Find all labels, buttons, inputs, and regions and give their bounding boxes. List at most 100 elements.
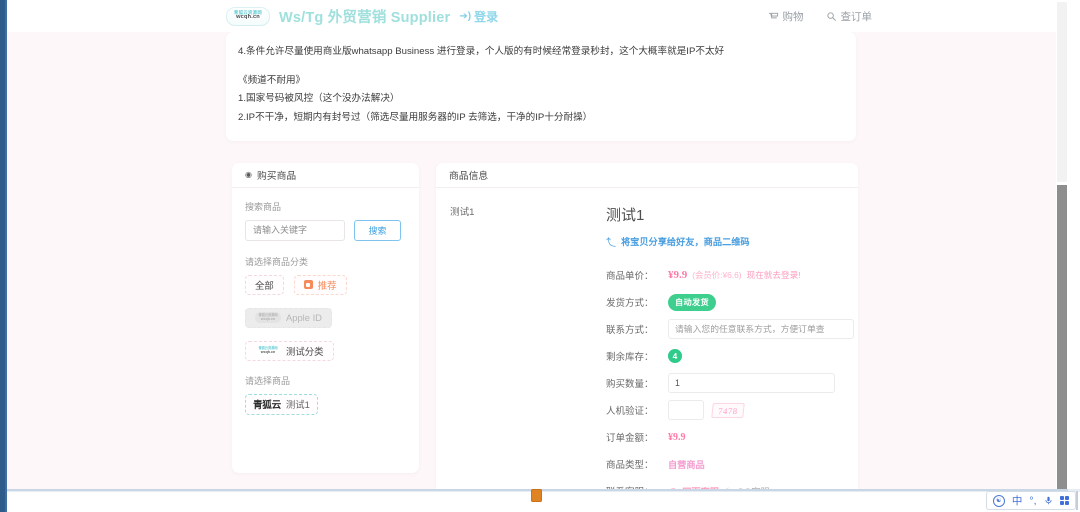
product-info-body: 测试1 测试1 ⤴ 将宝贝分享给好友，商品二维码 商品单价： ¥9.9 (会员价… xyxy=(436,188,858,489)
mini-logo-icon: 青狐云资源网 wcqh.cn xyxy=(255,345,281,357)
nav-item-orders[interactable]: 查订单 xyxy=(826,9,873,24)
product-thumb-name: 测试1 xyxy=(450,206,475,218)
row-amount: 订单金额： ¥9.9 xyxy=(606,424,854,451)
stock-label: 剩余库存： xyxy=(606,352,654,364)
row-service: 联系客服： ☺ 网页客服 ♨ QQ客服 xyxy=(606,478,854,489)
purchase-panel-header: ◉ 购买商品 xyxy=(232,163,419,188)
category-tag-recommend[interactable]: 推荐 xyxy=(293,274,347,295)
price-login-link[interactable]: 现在就去登录! xyxy=(747,269,801,281)
page-viewport: 青狐云资源网 wcqh.cn Ws/Tg 外贸营销 Supplier ➔) 登录… xyxy=(7,0,1068,489)
notice-line-1: 4.条件允许尽量使用商业版whatsapp Business 进行登录，个人版的… xyxy=(238,46,725,57)
purchase-panel-title: 购买商品 xyxy=(256,170,297,182)
punctuation-icon[interactable]: °, xyxy=(1029,495,1036,507)
product-tag-row: 青狐云 测试1 xyxy=(245,393,406,415)
site-logo-icon: 青狐云资源网 wcqh.cn xyxy=(226,6,270,26)
category-tag-all-label: 全部 xyxy=(255,279,274,291)
amount-value-group: ¥9.9 xyxy=(668,432,686,443)
site-header: 青狐云资源网 wcqh.cn Ws/Tg 外贸营销 Supplier ➔) 登录… xyxy=(7,0,1068,32)
product-thumb-column: 测试1 xyxy=(436,204,606,489)
price-value-group: ¥9.9 (会员价:¥6.6) 现在就去登录! xyxy=(668,269,801,281)
captcha-input[interactable] xyxy=(668,400,704,421)
ime-toolbar-handle[interactable] xyxy=(1076,491,1078,510)
contact-input[interactable] xyxy=(668,319,854,340)
category-tag-recommend-label: 推荐 xyxy=(317,279,337,291)
delivery-label: 发货方式： xyxy=(606,298,654,310)
ime-logo-icon[interactable]: ☯ xyxy=(992,494,1005,507)
category-tag-appleid[interactable]: 青狐云资源网 wcqh.cn Apple ID xyxy=(245,307,332,328)
product-title: 测试1 xyxy=(606,206,645,224)
nav-item-cart-label: 购物 xyxy=(782,10,804,23)
type-value: 自营商品 xyxy=(668,460,705,471)
microphone-icon[interactable] xyxy=(1044,495,1053,506)
mini-logo-icon: 青狐云资源网 wcqh.cn xyxy=(255,312,281,324)
search-label: 搜索商品 xyxy=(245,201,282,212)
page-scrollbar-upper-track[interactable] xyxy=(1057,2,1067,182)
price-member-value: (会员价:¥6.6) xyxy=(692,270,742,281)
square-badge-icon xyxy=(303,280,313,290)
product-info-title: 商品信息 xyxy=(449,170,489,182)
share-arrow-icon: ⤴ xyxy=(606,237,616,249)
nav-item-cart[interactable]: 购物 xyxy=(768,9,804,24)
ime-toolbar[interactable]: ☯ 中 °, xyxy=(985,491,1076,510)
category-tag-row-2: 青狐云资源网 wcqh.cn Apple ID xyxy=(245,307,406,328)
quantity-input[interactable] xyxy=(668,373,835,394)
product-tag-test1-label: 测试1 xyxy=(285,399,310,411)
product-info-panel: 商品信息 测试1 测试1 ⤴ 将宝贝分享给好友，商品二维码 商品单价： ¥9.9 xyxy=(436,162,858,489)
ime-mode-toggle[interactable]: 中 xyxy=(1012,493,1023,508)
amount-label: 订单金额： xyxy=(606,433,654,445)
notice-section-title: 《频道不耐用》 xyxy=(238,75,306,87)
type-value-group: 自营商品 xyxy=(668,457,705,471)
category-tag-row-3: 青狐云资源网 wcqh.cn 测试分类 xyxy=(245,340,406,361)
row-contact: 联系方式： xyxy=(606,316,854,343)
share-row[interactable]: ⤴ 将宝贝分享给好友，商品二维码 xyxy=(606,234,854,249)
contact-label: 联系方式： xyxy=(606,325,654,337)
category-tag-all[interactable]: 全部 xyxy=(245,274,284,295)
row-captcha: 人机验证： 7478 xyxy=(606,397,854,424)
type-label: 商品类型： xyxy=(606,460,654,472)
notice-section-line-2: 2.IP不干净，短期内有封号过（筛选尽量用服务器的IP 去筛选，干净的IP十分耐… xyxy=(238,111,593,123)
row-type: 商品类型： 自营商品 xyxy=(606,451,854,478)
search-row: 搜索 xyxy=(245,219,406,241)
row-quantity: 购买数量： xyxy=(606,370,854,397)
category-tag-testcat-label: 测试分类 xyxy=(286,345,324,357)
brand[interactable]: 青狐云资源网 wcqh.cn Ws/Tg 外贸营销 Supplier ➔) 登录 xyxy=(226,6,498,27)
price-value: ¥9.9 xyxy=(668,269,688,282)
nav-item-orders-label: 查订单 xyxy=(840,10,873,23)
sign-in-icon: ➔) xyxy=(459,10,472,22)
row-delivery: 发货方式： 自动发货 xyxy=(606,289,854,316)
category-tag-appleid-label: Apple ID xyxy=(286,312,322,324)
logo-domain-text: wcqh.cn xyxy=(236,14,260,21)
mini-logo-domain: wcqh.cn xyxy=(260,316,276,321)
target-dot-icon: ◉ xyxy=(245,170,252,180)
search-input[interactable] xyxy=(245,219,345,241)
row-price: 商品单价： ¥9.9 (会员价:¥6.6) 现在就去登录! xyxy=(606,262,854,289)
cart-icon xyxy=(768,11,779,22)
product-tag-test1[interactable]: 青狐云 测试1 xyxy=(245,393,318,415)
main-content: ◉ 购买商品 搜索商品 搜索 请选择商品分类 全部 推荐 xyxy=(232,162,1068,489)
price-label: 商品单价： xyxy=(606,271,654,283)
mini-logo-domain: wcqh.cn xyxy=(260,349,276,354)
captcha-label: 人机验证： xyxy=(606,406,654,418)
purchase-panel: ◉ 购买商品 搜索商品 搜索 请选择商品分类 全部 推荐 xyxy=(232,162,419,473)
search-icon xyxy=(826,11,837,22)
amount-value: ¥9.9 xyxy=(668,431,686,443)
category-tag-row: 全部 推荐 xyxy=(245,274,406,295)
category-label: 请选择商品分类 xyxy=(245,256,309,267)
purchase-panel-body: 搜索商品 搜索 请选择商品分类 全部 推荐 xyxy=(232,188,419,415)
delivery-value: 自动发货 xyxy=(668,293,716,311)
login-link[interactable]: ➔) 登录 xyxy=(459,8,498,25)
captcha-image[interactable]: 7478 xyxy=(711,402,745,418)
product-info-header: 商品信息 xyxy=(436,163,858,188)
notice-card: 4.条件允许尽量使用商业版whatsapp Business 进行登录，个人版的… xyxy=(226,32,856,141)
category-tag-testcat[interactable]: 青狐云资源网 wcqh.cn 测试分类 xyxy=(245,340,334,361)
page-scrollbar-thumb[interactable] xyxy=(1057,185,1067,489)
search-button[interactable]: 搜索 xyxy=(354,219,401,241)
product-label: 请选择商品 xyxy=(245,375,291,386)
keyboard-grid-icon[interactable] xyxy=(1059,495,1069,506)
product-logo-text: 青狐云 xyxy=(253,400,281,412)
quantity-label: 购买数量： xyxy=(606,379,654,391)
browser-left-edge-inner xyxy=(5,0,7,512)
notice-section-line-1: 1.国家号码被风控（这个没办法解决） xyxy=(238,93,400,105)
stock-badge: 4 xyxy=(668,349,682,364)
login-label: 登录 xyxy=(474,9,499,24)
